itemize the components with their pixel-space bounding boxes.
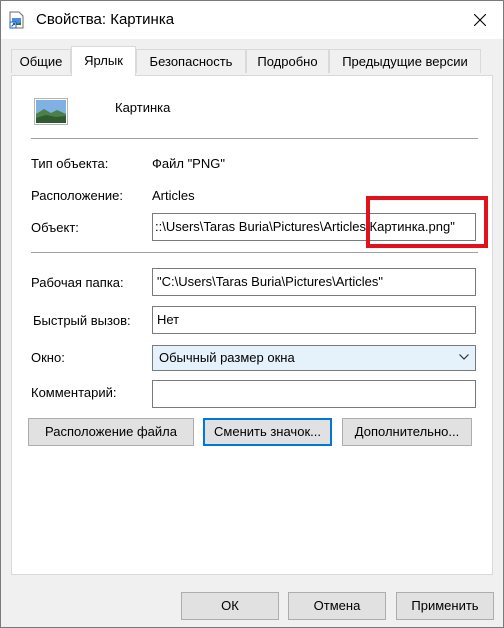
- start-in-field[interactable]: "C:\Users\Taras Buria\Pictures\Articles": [152, 268, 476, 296]
- divider-middle: [31, 252, 478, 253]
- shortcut-image-icon: [9, 11, 25, 29]
- hotkey-label: Быстрый вызов:: [33, 313, 131, 328]
- tab-shortcut[interactable]: Ярлык: [71, 46, 136, 76]
- window-title: Свойства: Картинка: [36, 11, 175, 28]
- ok-button[interactable]: ОК: [181, 592, 279, 620]
- target-label: Объект:: [31, 220, 79, 235]
- image-thumbnail-icon: [34, 98, 68, 125]
- chevron-down-icon: [459, 354, 469, 360]
- close-icon: [474, 14, 486, 26]
- target-highlight-box: [366, 196, 488, 248]
- run-dropdown[interactable]: Обычный размер окна: [152, 345, 476, 371]
- type-label: Тип объекта:: [31, 156, 109, 171]
- location-value: Articles: [152, 188, 195, 203]
- hotkey-field[interactable]: Нет: [152, 306, 476, 334]
- divider-top: [31, 138, 478, 139]
- tab-general[interactable]: Общие: [11, 49, 71, 73]
- comment-field[interactable]: [152, 380, 476, 408]
- tab-details[interactable]: Подробно: [246, 49, 329, 73]
- type-value: Файл "PNG": [152, 156, 225, 171]
- apply-button[interactable]: Применить: [396, 592, 494, 620]
- change-icon-button[interactable]: Сменить значок...: [203, 418, 332, 446]
- tab-strip: Общие Ярлык Безопасность Подробно Предыд…: [1, 39, 503, 76]
- tab-previous-versions[interactable]: Предыдущие версии: [329, 49, 481, 73]
- location-label: Расположение:: [31, 188, 123, 203]
- comment-label: Комментарий:: [31, 385, 117, 400]
- cancel-button[interactable]: Отмена: [288, 592, 386, 620]
- run-label: Окно:: [31, 350, 65, 365]
- advanced-button[interactable]: Дополнительно...: [342, 418, 472, 446]
- run-dropdown-value: Обычный размер окна: [159, 350, 295, 365]
- open-file-location-button[interactable]: Расположение файла: [28, 418, 194, 446]
- title-bar: Свойства: Картинка: [1, 1, 503, 39]
- start-in-label: Рабочая папка:: [31, 275, 124, 290]
- shortcut-panel: Картинка Тип объекта: Файл "PNG" Располо…: [11, 75, 493, 575]
- tab-security[interactable]: Безопасность: [136, 49, 246, 73]
- shortcut-name: Картинка: [115, 100, 171, 115]
- properties-dialog: Свойства: Картинка Общие Ярлык Безопасно…: [0, 0, 504, 628]
- close-button[interactable]: [457, 1, 503, 39]
